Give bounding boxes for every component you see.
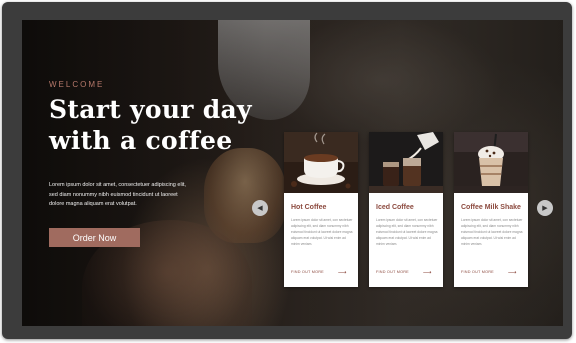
product-card-coffee-milk-shake[interactable]: Coffee Milk Shake Lorem ipsum dolor sit … xyxy=(454,132,528,287)
arrow-right-icon: ⟶ xyxy=(337,269,347,276)
find-out-more-label: FIND OUT MORE xyxy=(461,270,494,274)
iced-coffee-image xyxy=(369,132,443,193)
carousel-next-button[interactable]: ▶ xyxy=(537,200,553,216)
card-title: Coffee Milk Shake xyxy=(461,204,521,211)
carousel-prev-button[interactable]: ◀ xyxy=(252,200,268,216)
chevron-left-icon: ◀ xyxy=(257,205,263,212)
find-out-more-link[interactable]: FIND OUT MORE ⟶ xyxy=(291,269,351,276)
product-card-hot-coffee[interactable]: Hot Coffee Lorem ipsum dolor sit amet, c… xyxy=(284,132,358,287)
card-description: Lorem ipsum dolor sit amet, con sectetue… xyxy=(376,218,438,246)
find-out-more-label: FIND OUT MORE xyxy=(376,270,409,274)
card-description: Lorem ipsum dolor sit amet, con sectetue… xyxy=(291,218,353,246)
hot-coffee-image xyxy=(284,132,358,193)
find-out-more-link[interactable]: FIND OUT MORE ⟶ xyxy=(376,269,436,276)
device-frame: WELCOME Start your day with a coffee Lor… xyxy=(2,2,572,339)
order-now-button[interactable]: Order Now xyxy=(49,228,140,247)
welcome-eyebrow: WELCOME xyxy=(49,80,105,89)
chevron-right-icon: ▶ xyxy=(542,205,548,212)
hero-intro-text: Lorem ipsum dolor sit amet, consectetuer… xyxy=(49,182,186,207)
arrow-right-icon: ⟶ xyxy=(507,269,517,276)
card-title: Iced Coffee xyxy=(376,204,414,211)
find-out-more-label: FIND OUT MORE xyxy=(291,270,324,274)
card-description: Lorem ipsum dolor sit amet, con sectetue… xyxy=(461,218,523,246)
find-out-more-link[interactable]: FIND OUT MORE ⟶ xyxy=(461,269,521,276)
hero-screen: WELCOME Start your day with a coffee Lor… xyxy=(22,20,563,326)
hero-headline: Start your day with a coffee xyxy=(49,95,252,155)
arrow-right-icon: ⟶ xyxy=(422,269,432,276)
card-title: Hot Coffee xyxy=(291,204,327,211)
milk-shake-image xyxy=(454,132,528,193)
product-card-iced-coffee[interactable]: Iced Coffee Lorem ipsum dolor sit amet, … xyxy=(369,132,443,287)
